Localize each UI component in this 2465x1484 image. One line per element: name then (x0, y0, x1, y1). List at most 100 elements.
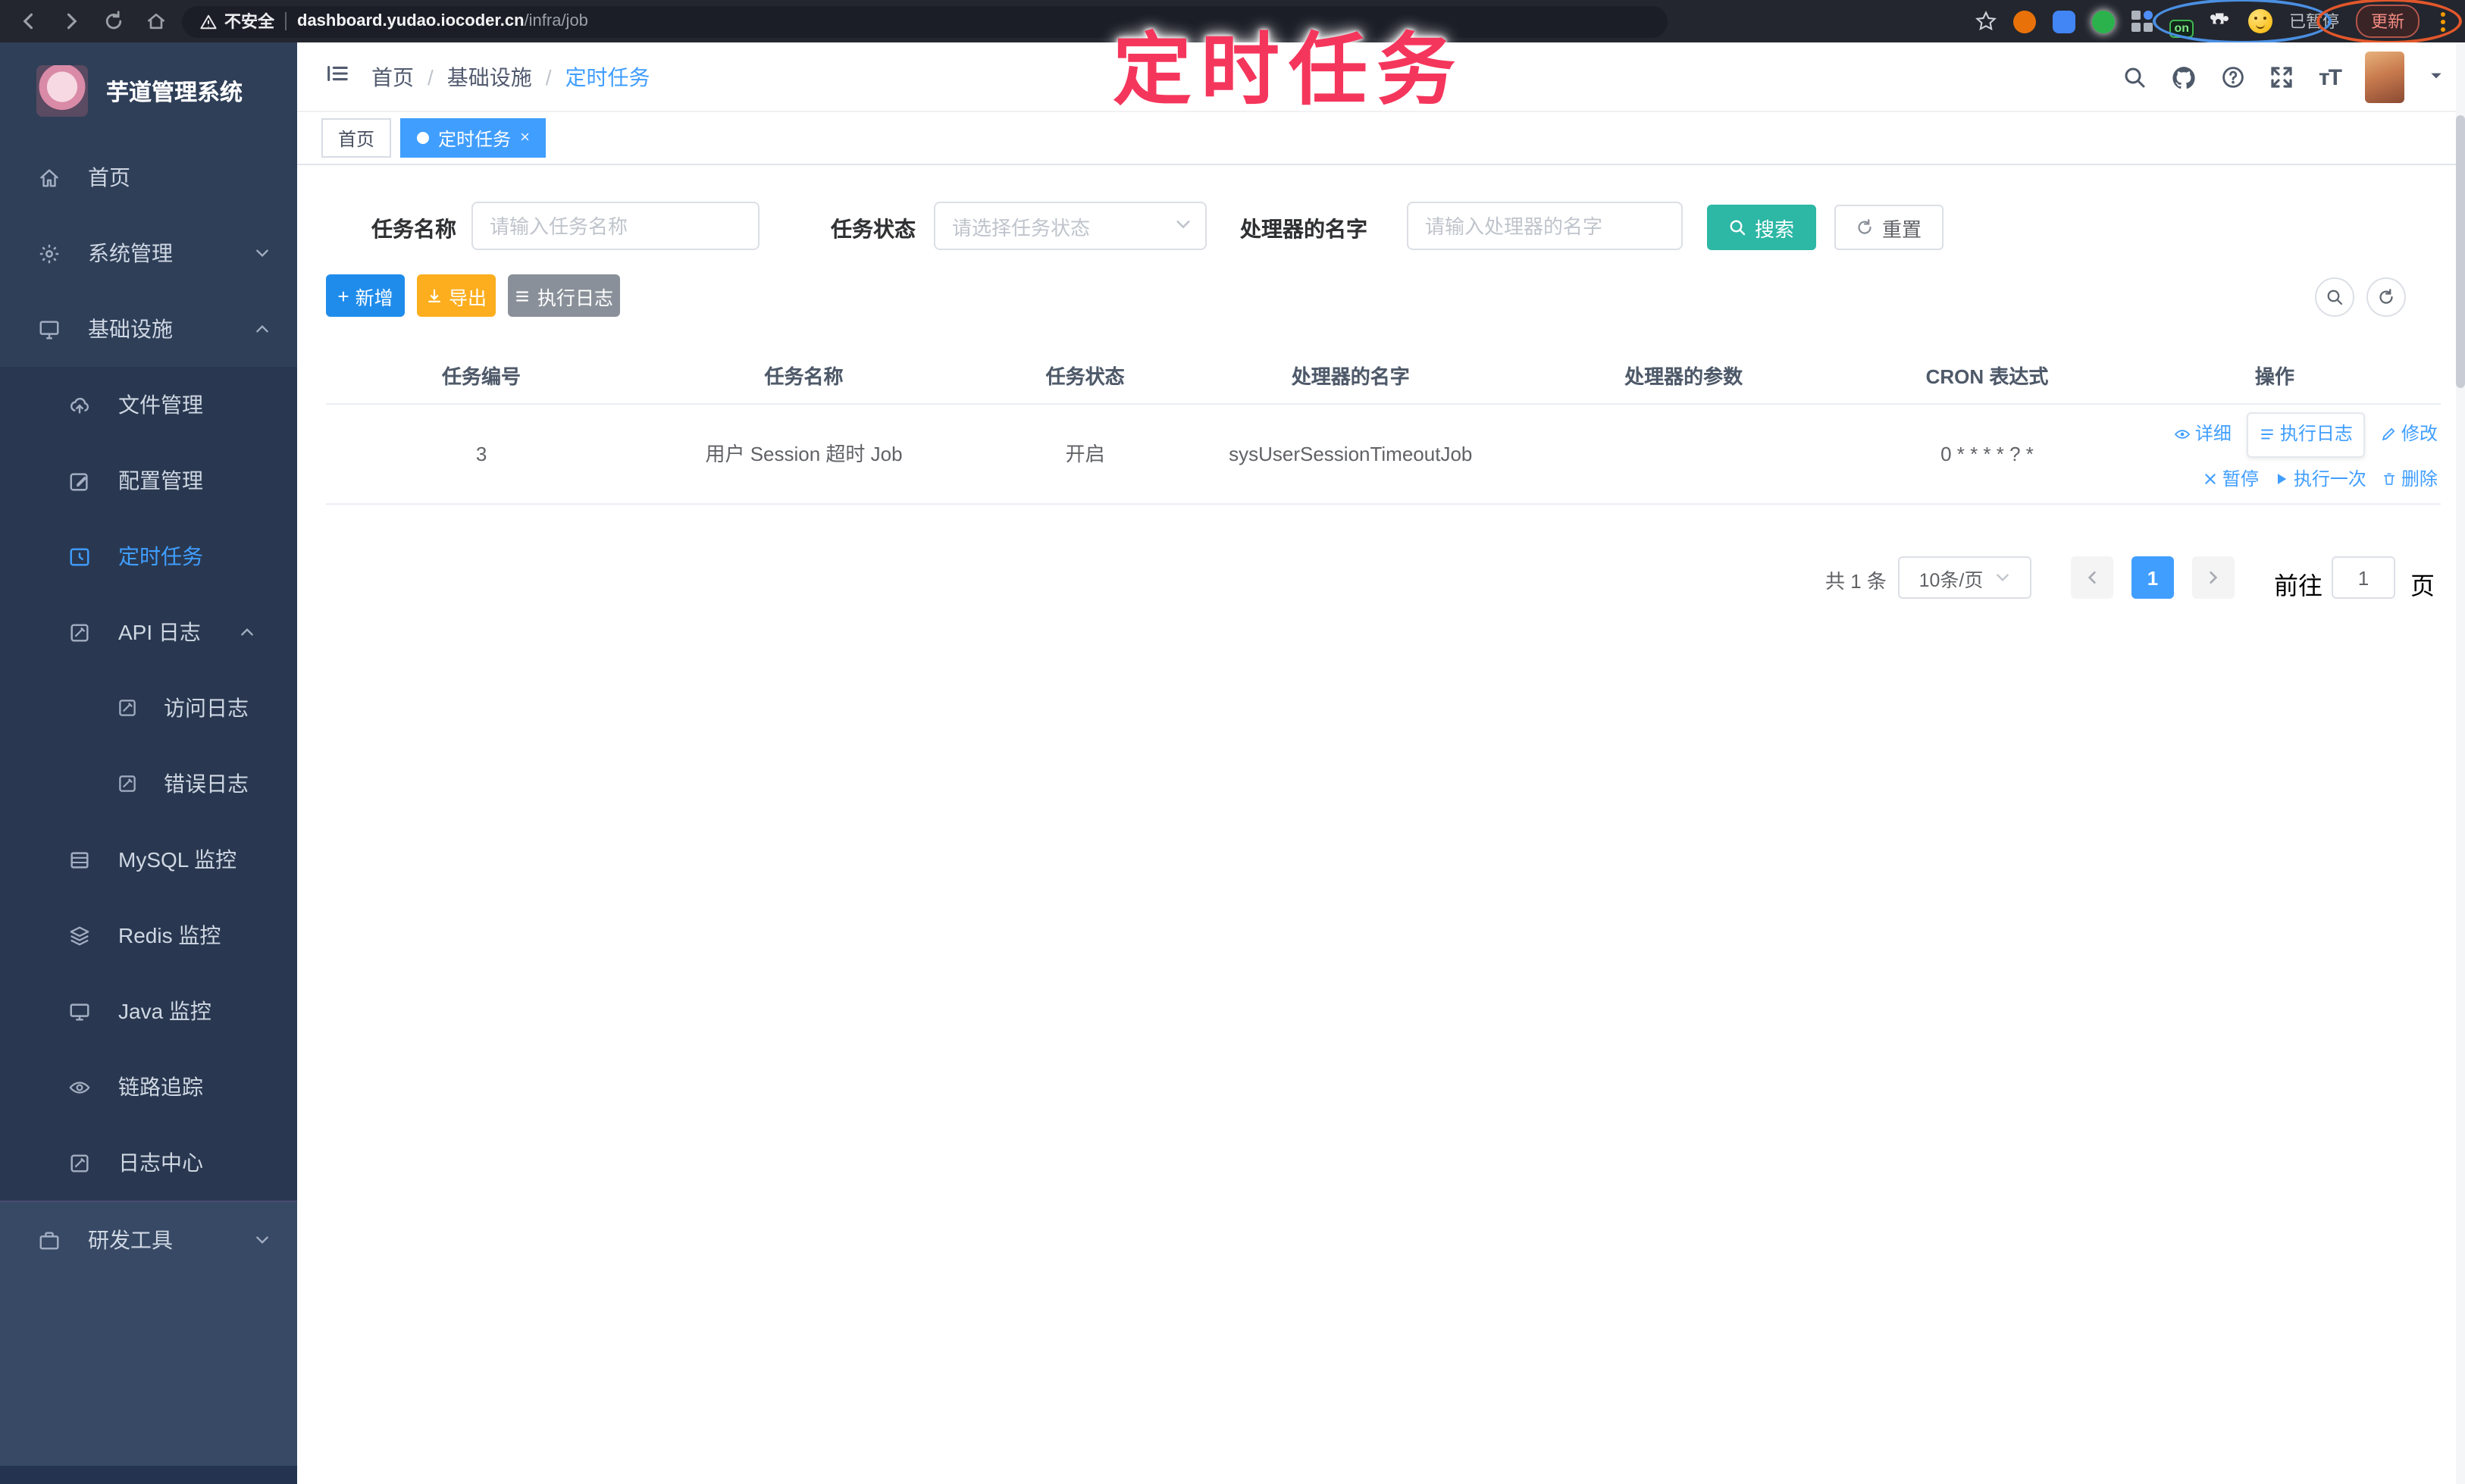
puzzle-extensions-icon[interactable] (2210, 11, 2232, 32)
user-avatar[interactable] (2365, 52, 2404, 103)
chevron-down-icon (255, 241, 270, 265)
sidebar-item-error-log[interactable]: 错误日志 (0, 746, 297, 822)
page-number-button[interactable]: 1 (2131, 556, 2174, 599)
tab-scheduled-jobs[interactable]: 定时任务 × (400, 118, 547, 158)
sidebar-item-api-log[interactable]: API 日志 (0, 594, 297, 670)
table-header-row: 任务编号 任务名称 任务状态 处理器的名字 处理器的参数 CRON 表达式 操作 (326, 347, 2441, 405)
cell-job-status: 开启 (1065, 442, 1105, 465)
handler-name-input[interactable] (1425, 214, 1665, 237)
toggle-search-button[interactable] (2315, 277, 2354, 317)
eye-icon (2174, 430, 2190, 440)
col-cron: CRON 表达式 (1925, 365, 2049, 388)
security-label: 不安全 (224, 14, 274, 32)
search-icon[interactable] (2123, 65, 2147, 89)
job-status-label: 任务状态 (831, 217, 916, 241)
sidebar-item-java-monitor[interactable]: Java 监控 (0, 973, 297, 1049)
extension-icon-blue[interactable] (2053, 10, 2076, 33)
api-log-icon (67, 621, 91, 643)
bookmark-star-icon[interactable] (1975, 11, 1997, 32)
font-size-icon[interactable]: тT (2319, 64, 2342, 90)
col-job-name: 任务名称 (764, 365, 844, 388)
pause-link[interactable]: 暂停 (2203, 463, 2259, 496)
chevron-down-icon (255, 1228, 270, 1252)
extension-icon-green[interactable] (2092, 10, 2116, 33)
select-chevron-icon (1175, 214, 1192, 237)
edit-icon (67, 469, 91, 492)
run-once-link[interactable]: 执行一次 (2274, 463, 2366, 496)
pagination-total: 共 1 条 (1825, 570, 1887, 593)
security-warning[interactable]: 不安全 (200, 9, 274, 33)
cloud-upload-icon (67, 393, 91, 416)
refresh-table-button[interactable] (2366, 277, 2406, 317)
sidebar-item-trace[interactable]: 链路追踪 (0, 1049, 297, 1125)
sidebar-item-redis-monitor[interactable]: Redis 监控 (0, 897, 297, 973)
browser-home-icon[interactable] (146, 11, 167, 32)
download-icon (428, 288, 440, 302)
sidebar-item-access-log[interactable]: 访问日志 (0, 670, 297, 746)
profile-emoji-avatar[interactable] (2248, 9, 2272, 33)
edit-link[interactable]: 修改 (2380, 418, 2438, 451)
sidebar-item-scheduled-jobs[interactable]: 定时任务 (0, 518, 297, 594)
browser-forward-icon[interactable] (61, 11, 82, 32)
breadcrumb: 首页 / 基础设施 / 定时任务 (371, 61, 650, 92)
tab-home[interactable]: 首页 (321, 118, 392, 158)
close-tab-icon[interactable]: × (520, 129, 530, 147)
next-page-button[interactable] (2192, 556, 2235, 599)
sidebar-item-file-management[interactable]: 文件管理 (0, 367, 297, 443)
job-log-button[interactable]: 执行日志 (508, 274, 620, 317)
sidebar: 芋道管理系统 首页 系统管理 基础设施 文件管理 配置管理 定时任务 API 日… (0, 42, 297, 1484)
sidebar-item-system-management[interactable]: 系统管理 (0, 215, 297, 291)
sidebar-item-config-management[interactable]: 配置管理 (0, 443, 297, 518)
extension-icon-grid[interactable] (2131, 11, 2153, 32)
browser-reload-icon[interactable] (103, 11, 124, 32)
extension-icon-orange[interactable] (2013, 10, 2037, 33)
cell-job-name: 用户 Session 超时 Job (705, 442, 903, 465)
search-button[interactable]: 搜索 (1707, 205, 1816, 250)
browser-menu-icon[interactable] (2436, 11, 2450, 31)
sidebar-collapse-icon[interactable] (297, 60, 371, 93)
fullscreen-icon[interactable] (2270, 65, 2294, 89)
reset-button[interactable]: 重置 (1834, 205, 1943, 250)
sidebar-item-home[interactable]: 首页 (0, 139, 297, 215)
warning-triangle-icon (200, 14, 217, 29)
sidebar-item-infrastructure[interactable]: 基础设施 (0, 291, 297, 367)
job-name-input[interactable] (490, 214, 741, 237)
delete-link[interactable]: 删除 (2382, 463, 2438, 496)
search-icon (2327, 290, 2343, 305)
scrollbar-thumb[interactable] (2456, 115, 2465, 388)
github-icon[interactable] (2172, 64, 2197, 90)
omnibox-separator (285, 12, 287, 30)
breadcrumb-home[interactable]: 首页 (371, 61, 414, 92)
add-button[interactable]: + 新增 (326, 274, 405, 317)
goto-page-input[interactable] (2332, 556, 2395, 599)
job-status-select[interactable]: 请选择任务状态 (934, 202, 1207, 250)
browser-back-icon[interactable] (18, 11, 39, 32)
monitor-icon (67, 1000, 91, 1022)
user-menu-caret-icon[interactable] (2429, 64, 2444, 91)
help-icon[interactable] (2222, 65, 2246, 89)
pencil-icon (2382, 427, 2395, 441)
list-icon (2260, 429, 2273, 440)
page-size-select[interactable]: 10条/页 (1898, 556, 2031, 599)
page-url: dashboard.yudao.iocoder.cn/infra/job (297, 12, 588, 30)
breadcrumb-section[interactable]: 基础设施 (447, 61, 532, 92)
chevron-up-icon (255, 317, 270, 341)
sidebar-item-log-center[interactable]: 日志中心 (0, 1125, 297, 1201)
app-title: 芋道管理系统 (106, 80, 243, 105)
goto-label: 前往 (2274, 575, 2323, 600)
col-job-id: 任务编号 (442, 365, 522, 388)
page-scrollbar[interactable] (2456, 42, 2465, 1484)
sidebar-item-dev-tools[interactable]: 研发工具 (0, 1202, 297, 1278)
row-job-log-link[interactable]: 执行日志 (2246, 412, 2365, 457)
detail-link[interactable]: 详细 (2174, 418, 2232, 451)
prev-page-button[interactable] (2071, 556, 2113, 599)
sidebar-item-mysql-monitor[interactable]: MySQL 监控 (0, 822, 297, 897)
export-button[interactable]: 导出 (417, 274, 496, 317)
app-logo-row[interactable]: 芋道管理系统 (0, 42, 297, 139)
cell-job-id: 3 (475, 442, 487, 465)
chrome-update-button[interactable]: 更新 (2356, 5, 2420, 38)
sidebar-footer-strip (0, 1466, 297, 1484)
extension-on-badge[interactable]: on (2169, 20, 2194, 38)
access-log-icon (115, 697, 139, 719)
row-actions: 详细 执行日志 修改 暂停 执行一次 删除 (2109, 412, 2441, 496)
